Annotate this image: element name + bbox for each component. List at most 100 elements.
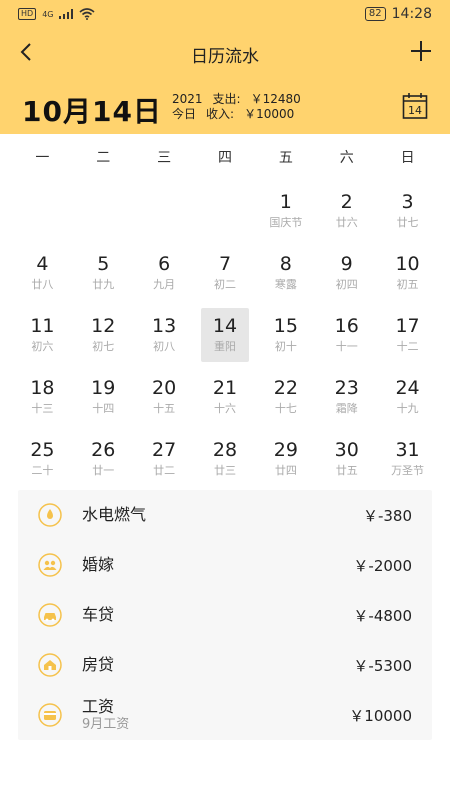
calendar-day-28[interactable]: 28 廿三 — [195, 428, 256, 490]
day-number: 29 — [273, 439, 298, 461]
lunar-label: 霜降 — [335, 402, 358, 415]
nav-bar: 日历流水 — [0, 28, 450, 78]
calendar-day-23[interactable]: 23 霜降 — [316, 366, 377, 428]
day-number: 5 — [97, 253, 110, 275]
transaction-row[interactable]: 工资 9月工资 ￥10000 — [18, 690, 432, 740]
lunar-label: 十五 — [153, 402, 176, 415]
day-number: 4 — [36, 253, 49, 275]
status-time: 14:28 — [391, 6, 432, 22]
calendar-day-18[interactable]: 18 十三 — [12, 366, 73, 428]
transaction-name: 房贷 — [82, 655, 115, 674]
calendar-day-6[interactable]: 6 九月 — [134, 242, 195, 304]
lunar-label: 十一 — [335, 340, 358, 353]
lunar-label: 初五 — [396, 278, 419, 291]
day-number: 12 — [91, 315, 116, 337]
day-number: 20 — [152, 377, 177, 399]
day-number: 30 — [334, 439, 359, 461]
lunar-label: 十七 — [274, 402, 297, 415]
add-record-button[interactable] — [406, 36, 436, 66]
status-bar: HD 4G 82 14:28 — [0, 0, 450, 28]
transaction-row[interactable]: 房贷 ￥-5300 — [18, 640, 432, 690]
transaction-amount: ￥10000 — [349, 706, 412, 725]
lunar-label: 十二 — [396, 340, 419, 353]
calendar-day-8[interactable]: 8 寒露 — [255, 242, 316, 304]
calendar-day-12[interactable]: 12 初七 — [73, 304, 134, 366]
lunar-label: 廿六 — [335, 216, 358, 229]
calendar-day-21[interactable]: 21 十六 — [195, 366, 256, 428]
battery-icon: 82 — [364, 7, 386, 21]
car-loan-icon — [38, 603, 62, 627]
transaction-name: 水电燃气 — [82, 505, 147, 524]
calendar-day-31[interactable]: 31 万圣节 — [377, 428, 438, 490]
network-indicator: 4G — [42, 9, 54, 19]
calendar-day-7[interactable]: 7 初二 — [195, 242, 256, 304]
calendar-day-24[interactable]: 24 十九 — [377, 366, 438, 428]
transaction-text: 车贷 — [82, 605, 114, 625]
lunar-label: 廿四 — [274, 464, 297, 477]
calendar-day-22[interactable]: 22 十七 — [255, 366, 316, 428]
lunar-label: 十六 — [213, 402, 236, 415]
transaction-row[interactable]: 水电燃气 ￥-380 — [18, 490, 432, 540]
salary-icon — [38, 703, 62, 727]
lunar-label: 万圣节 — [391, 464, 425, 477]
calendar-day-11[interactable]: 11 初六 — [12, 304, 73, 366]
calendar-day-14[interactable]: 14 重阳 — [195, 304, 256, 366]
transaction-name: 工资 — [82, 697, 115, 716]
day-number: 9 — [340, 253, 353, 275]
weekday-label: 四 — [217, 150, 232, 166]
calendar-day-19[interactable]: 19 十四 — [73, 366, 134, 428]
calendar-day-29[interactable]: 29 廿四 — [255, 428, 316, 490]
transaction-row[interactable]: 婚嫁 ￥-2000 — [18, 540, 432, 590]
day-number: 3 — [401, 191, 414, 213]
selected-date: 10月14日 — [22, 95, 162, 128]
calendar-day-9[interactable]: 9 初四 — [316, 242, 377, 304]
day-number: 26 — [91, 439, 116, 461]
day-number: 24 — [395, 377, 420, 399]
day-number: 11 — [30, 315, 55, 337]
calendar-day-3[interactable]: 3 廿七 — [377, 180, 438, 242]
summary-lines: 2021 支出: ￥12480 今日 收入: ￥10000 — [172, 92, 301, 122]
transaction-name: 车贷 — [82, 605, 115, 624]
calendar-day-17[interactable]: 17 十二 — [377, 304, 438, 366]
transaction-amount: ￥-380 — [362, 506, 412, 525]
transaction-name: 婚嫁 — [82, 555, 115, 574]
calendar-day-4[interactable]: 4 廿八 — [12, 242, 73, 304]
calendar-day-27[interactable]: 27 廿二 — [134, 428, 195, 490]
calendar-day-15[interactable]: 15 初十 — [255, 304, 316, 366]
calendar-day-25[interactable]: 25 二十 — [12, 428, 73, 490]
weekday-header: 一二三四五六日 — [12, 134, 438, 180]
calendar-empty-cell — [195, 180, 256, 242]
calendar-day-26[interactable]: 26 廿一 — [73, 428, 134, 490]
weekday-label: 二 — [96, 150, 111, 166]
house-loan-icon — [38, 653, 62, 677]
lunar-label: 初四 — [335, 278, 358, 291]
calendar-icon-day: 14 — [408, 104, 422, 117]
transaction-row[interactable]: 车贷 ￥-4800 — [18, 590, 432, 640]
lunar-label: 廿五 — [335, 464, 358, 477]
calendar-day-30[interactable]: 30 廿五 — [316, 428, 377, 490]
summary-year: 2021 — [172, 92, 203, 106]
income-label: 收入: — [206, 107, 235, 121]
expense-value: ￥12480 — [250, 92, 301, 106]
calendar-day-2[interactable]: 2 廿六 — [316, 180, 377, 242]
day-number: 17 — [395, 315, 420, 337]
calendar-day-13[interactable]: 13 初八 — [134, 304, 195, 366]
calendar-picker-button[interactable]: 14 — [402, 92, 428, 120]
wedding-icon — [38, 553, 62, 577]
calendar-day-1[interactable]: 1 国庆节 — [255, 180, 316, 242]
lunar-label: 初二 — [213, 278, 236, 291]
calendar-day-10[interactable]: 10 初五 — [377, 242, 438, 304]
lunar-label: 廿七 — [396, 216, 419, 229]
calendar-day-5[interactable]: 5 廿九 — [73, 242, 134, 304]
lunar-label: 廿三 — [213, 464, 236, 477]
calendar-icon: 14 — [402, 93, 428, 119]
weekday-label: 六 — [339, 150, 354, 166]
calendar-day-16[interactable]: 16 十一 — [316, 304, 377, 366]
wifi-icon — [79, 8, 96, 20]
lunar-label: 廿一 — [92, 464, 115, 477]
summary-today: 今日 — [172, 107, 197, 121]
calendar-day-20[interactable]: 20 十五 — [134, 366, 195, 428]
lunar-label: 十四 — [92, 402, 115, 415]
day-number: 22 — [273, 377, 298, 399]
transaction-text: 房贷 — [82, 655, 114, 675]
